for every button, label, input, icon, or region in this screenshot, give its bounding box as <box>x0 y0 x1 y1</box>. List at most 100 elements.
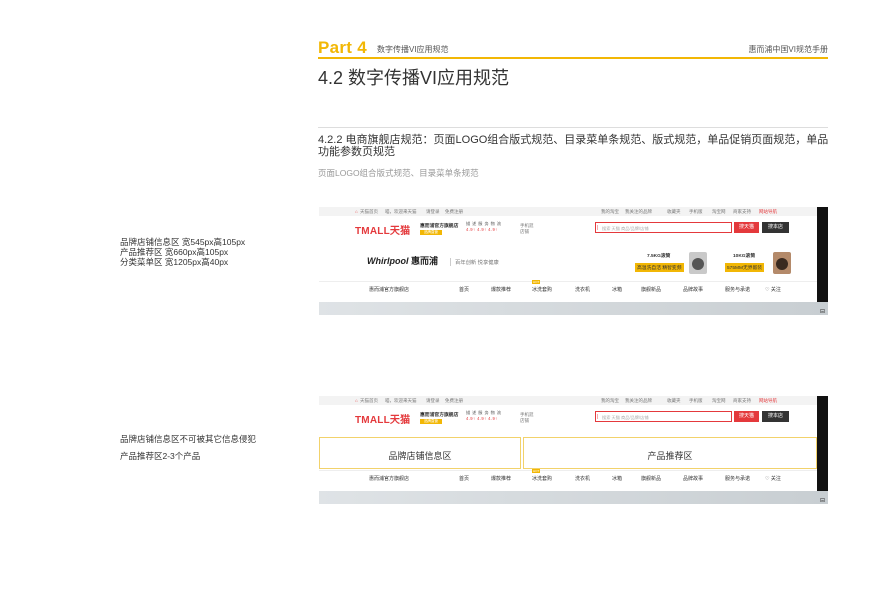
search-tmall-button[interactable]: 搜天猫 <box>734 411 759 422</box>
product2-badge[interactable]: 575MM无界嵌装 <box>725 263 765 272</box>
brand-info-zone-label: 品牌店铺信息区 <box>388 451 452 461</box>
subsection-divider <box>318 127 828 128</box>
mobile-sub: 店铺 <box>520 229 529 234</box>
side-toolbar[interactable] <box>817 207 828 302</box>
note-menu-zone: 分类菜单区 宽1205px高40px <box>120 257 229 267</box>
topbar-merchant[interactable]: 商家支持 <box>733 209 751 215</box>
whirlpool-logo-en: Whirlpool <box>367 256 409 266</box>
store-header-2: TMALL天猫 惠而浦官方旗舰店 品牌直营 描 述 服 务 物 流 4.9↑ 4… <box>319 405 817 433</box>
nav-item-bundle[interactable]: 冰洗套购 <box>532 475 552 482</box>
nav-item-hot[interactable]: 爆款推荐 <box>491 286 511 293</box>
search-box[interactable]: | 搜索 天猫 商品/品牌/店铺 <box>595 411 732 422</box>
topbar-favorites[interactable]: 收藏夹 <box>667 209 681 215</box>
note-brand-info: 品牌店铺信息区 宽545px高105px <box>120 237 246 247</box>
note-brand-rule: 品牌店铺信息区不可被其它信息侵犯 <box>120 434 257 444</box>
bag-icon[interactable]: ⊟ <box>817 497 828 504</box>
nav-item-washer[interactable]: 洗衣机 <box>575 475 590 482</box>
product-zone-label: 产品推荐区 <box>647 451 693 461</box>
topbar-login-link[interactable]: 请登录 <box>426 398 440 404</box>
product1-badge[interactable]: 高温洗自洁 精智变频 <box>635 263 684 272</box>
shop-name[interactable]: 惠而浦官方旗舰店 <box>420 411 458 418</box>
topbar-my-taobao[interactable]: 我的淘宝 <box>601 398 619 404</box>
brand-info-zone: 品牌店铺信息区 <box>319 437 521 469</box>
product1-title[interactable]: 7.5KG滚筒 <box>647 252 670 259</box>
store-mockup-zones: ⌂ 天猫首页 喵，欢迎来天猫 请登录 免费注册 我的淘宝 我关注的品牌 收藏夹 … <box>319 396 828 506</box>
nav-item-fridge[interactable]: 冰箱 <box>612 286 622 293</box>
search-shop-button[interactable]: 搜本店 <box>762 222 789 233</box>
search-shop-button[interactable]: 搜本店 <box>762 411 789 422</box>
topbar-home-link[interactable]: 天猫首页 <box>360 398 378 404</box>
topbar-taobao[interactable]: 淘宝网 <box>712 209 726 215</box>
bag-icon[interactable]: ⊟ <box>817 308 828 315</box>
nav-item-story[interactable]: 品牌故事 <box>683 475 703 482</box>
category-menu: 惠而浦官方旗舰店 首页 爆款推荐 HOT 冰洗套购 洗衣机 冰箱 旗舰新品 品牌… <box>319 280 817 296</box>
search-placeholder: 搜索 天猫 商品/品牌/店铺 <box>602 225 649 231</box>
section-title: 4.2 数字传播VI应用规范 <box>318 68 510 88</box>
note-product-zone: 产品推荐区 宽660px高105px <box>120 247 229 257</box>
home-icon: ⌂ <box>355 209 358 214</box>
shop-name[interactable]: 惠而浦官方旗舰店 <box>420 222 458 229</box>
brand-banner: Whirlpool 惠而浦 百年创新 悦享健康 7.5KG滚筒 高温洗自洁 精智… <box>319 244 817 281</box>
topbar-welcome: 喵，欢迎来天猫 <box>385 209 417 214</box>
mobile-sub: 店铺 <box>520 418 529 423</box>
ratings-scores: 4.9↑ 4.9↑ 4.9↑ <box>466 416 498 421</box>
mobile-shop-link[interactable]: 手机逛 店铺 <box>520 412 534 424</box>
tmall-logo[interactable]: TMALL天猫 <box>355 222 410 237</box>
search-box[interactable]: | 搜索 天猫 商品/品牌/店铺 <box>595 222 732 233</box>
topbar-taobao[interactable]: 淘宝网 <box>712 398 726 404</box>
nav-item-home[interactable]: 首页 <box>459 475 469 482</box>
product2-title[interactable]: 10KG滚筒 <box>733 252 755 259</box>
topbar-sitemap[interactable]: 网站导航 <box>759 209 777 215</box>
search-tmall-button[interactable]: 搜天猫 <box>734 222 759 233</box>
shop-ratings: 描 述 服 务 物 流 4.9↑ 4.9↑ 4.9↑ <box>466 221 501 233</box>
topbar-followed-brands[interactable]: 我关注的品牌 <box>625 209 652 215</box>
follow-button[interactable]: ♡ 关注 <box>765 286 781 293</box>
nav-item-home[interactable]: 首页 <box>459 286 469 293</box>
washer-image-bronze[interactable] <box>773 252 791 274</box>
nav-item-new[interactable]: 旗舰新品 <box>641 475 661 482</box>
subsection-caption: 页面LOGO组合版式规范、目录菜单条规范 <box>318 168 479 178</box>
hot-tag: HOT <box>532 469 541 473</box>
topbar-mobile[interactable]: 手机版 <box>689 209 703 215</box>
nav-item-story[interactable]: 品牌故事 <box>683 286 703 293</box>
follow-button[interactable]: ♡ 关注 <box>765 475 781 482</box>
topbar-register-link[interactable]: 免费注册 <box>445 209 463 215</box>
nav-item-hot[interactable]: 爆款推荐 <box>491 475 511 482</box>
side-toolbar[interactable] <box>817 396 828 491</box>
store-mockup-full: ⌂ 天猫首页 喵，欢迎来天猫 请登录 免费注册 我的淘宝 我关注的品牌 收藏夹 … <box>319 207 828 317</box>
search-icon: | <box>597 224 599 231</box>
tmall-topbar-2: ⌂ 天猫首页 喵，欢迎来天猫 请登录 免费注册 我的淘宝 我关注的品牌 收藏夹 … <box>319 396 817 405</box>
whirlpool-logo-cn: 惠而浦 <box>411 256 439 266</box>
topbar-sitemap[interactable]: 网站导航 <box>759 398 777 404</box>
topbar-favorites[interactable]: 收藏夹 <box>667 398 681 404</box>
nav-item-service[interactable]: 服务与承诺 <box>725 286 750 293</box>
topbar-register-link[interactable]: 免费注册 <box>445 398 463 404</box>
search-icon: | <box>597 413 599 420</box>
shop-ratings: 描 述 服 务 物 流 4.9↑ 4.9↑ 4.9↑ <box>466 410 501 422</box>
manual-title: 惠而浦中国VI规范手册 <box>748 45 828 54</box>
topbar-home-link[interactable]: 天猫首页 <box>360 209 378 215</box>
washer-image-silver[interactable] <box>689 252 707 274</box>
search-placeholder: 搜索 天猫 商品/品牌/店铺 <box>602 414 649 420</box>
topbar-followed-brands[interactable]: 我关注的品牌 <box>625 398 652 404</box>
topbar-login-link[interactable]: 请登录 <box>426 209 440 215</box>
nav-shop-name[interactable]: 惠而浦官方旗舰店 <box>369 286 409 293</box>
subsection-heading: 4.2.2 电商旗舰店规范：页面LOGO组合版式规范、目录菜单条规范、版式规范，… <box>318 134 829 158</box>
nav-item-new[interactable]: 旗舰新品 <box>641 286 661 293</box>
page-background-strip <box>319 491 828 504</box>
nav-item-service[interactable]: 服务与承诺 <box>725 475 750 482</box>
tmall-logo[interactable]: TMALL天猫 <box>355 411 410 426</box>
whirlpool-logo[interactable]: Whirlpool 惠而浦 <box>367 254 438 267</box>
topbar-mobile[interactable]: 手机版 <box>689 398 703 404</box>
topbar-merchant[interactable]: 商家支持 <box>733 398 751 404</box>
part-label: Part 4 <box>318 38 368 57</box>
nav-item-washer[interactable]: 洗衣机 <box>575 286 590 293</box>
home-icon: ⌂ <box>355 398 358 403</box>
topbar-welcome: 喵，欢迎来天猫 <box>385 398 417 403</box>
nav-shop-name[interactable]: 惠而浦官方旗舰店 <box>369 475 409 482</box>
mobile-shop-link[interactable]: 手机逛 店铺 <box>520 223 534 235</box>
nav-item-fridge[interactable]: 冰箱 <box>612 475 622 482</box>
nav-item-bundle[interactable]: 冰洗套购 <box>532 286 552 293</box>
header-divider <box>318 57 828 59</box>
topbar-my-taobao[interactable]: 我的淘宝 <box>601 209 619 215</box>
